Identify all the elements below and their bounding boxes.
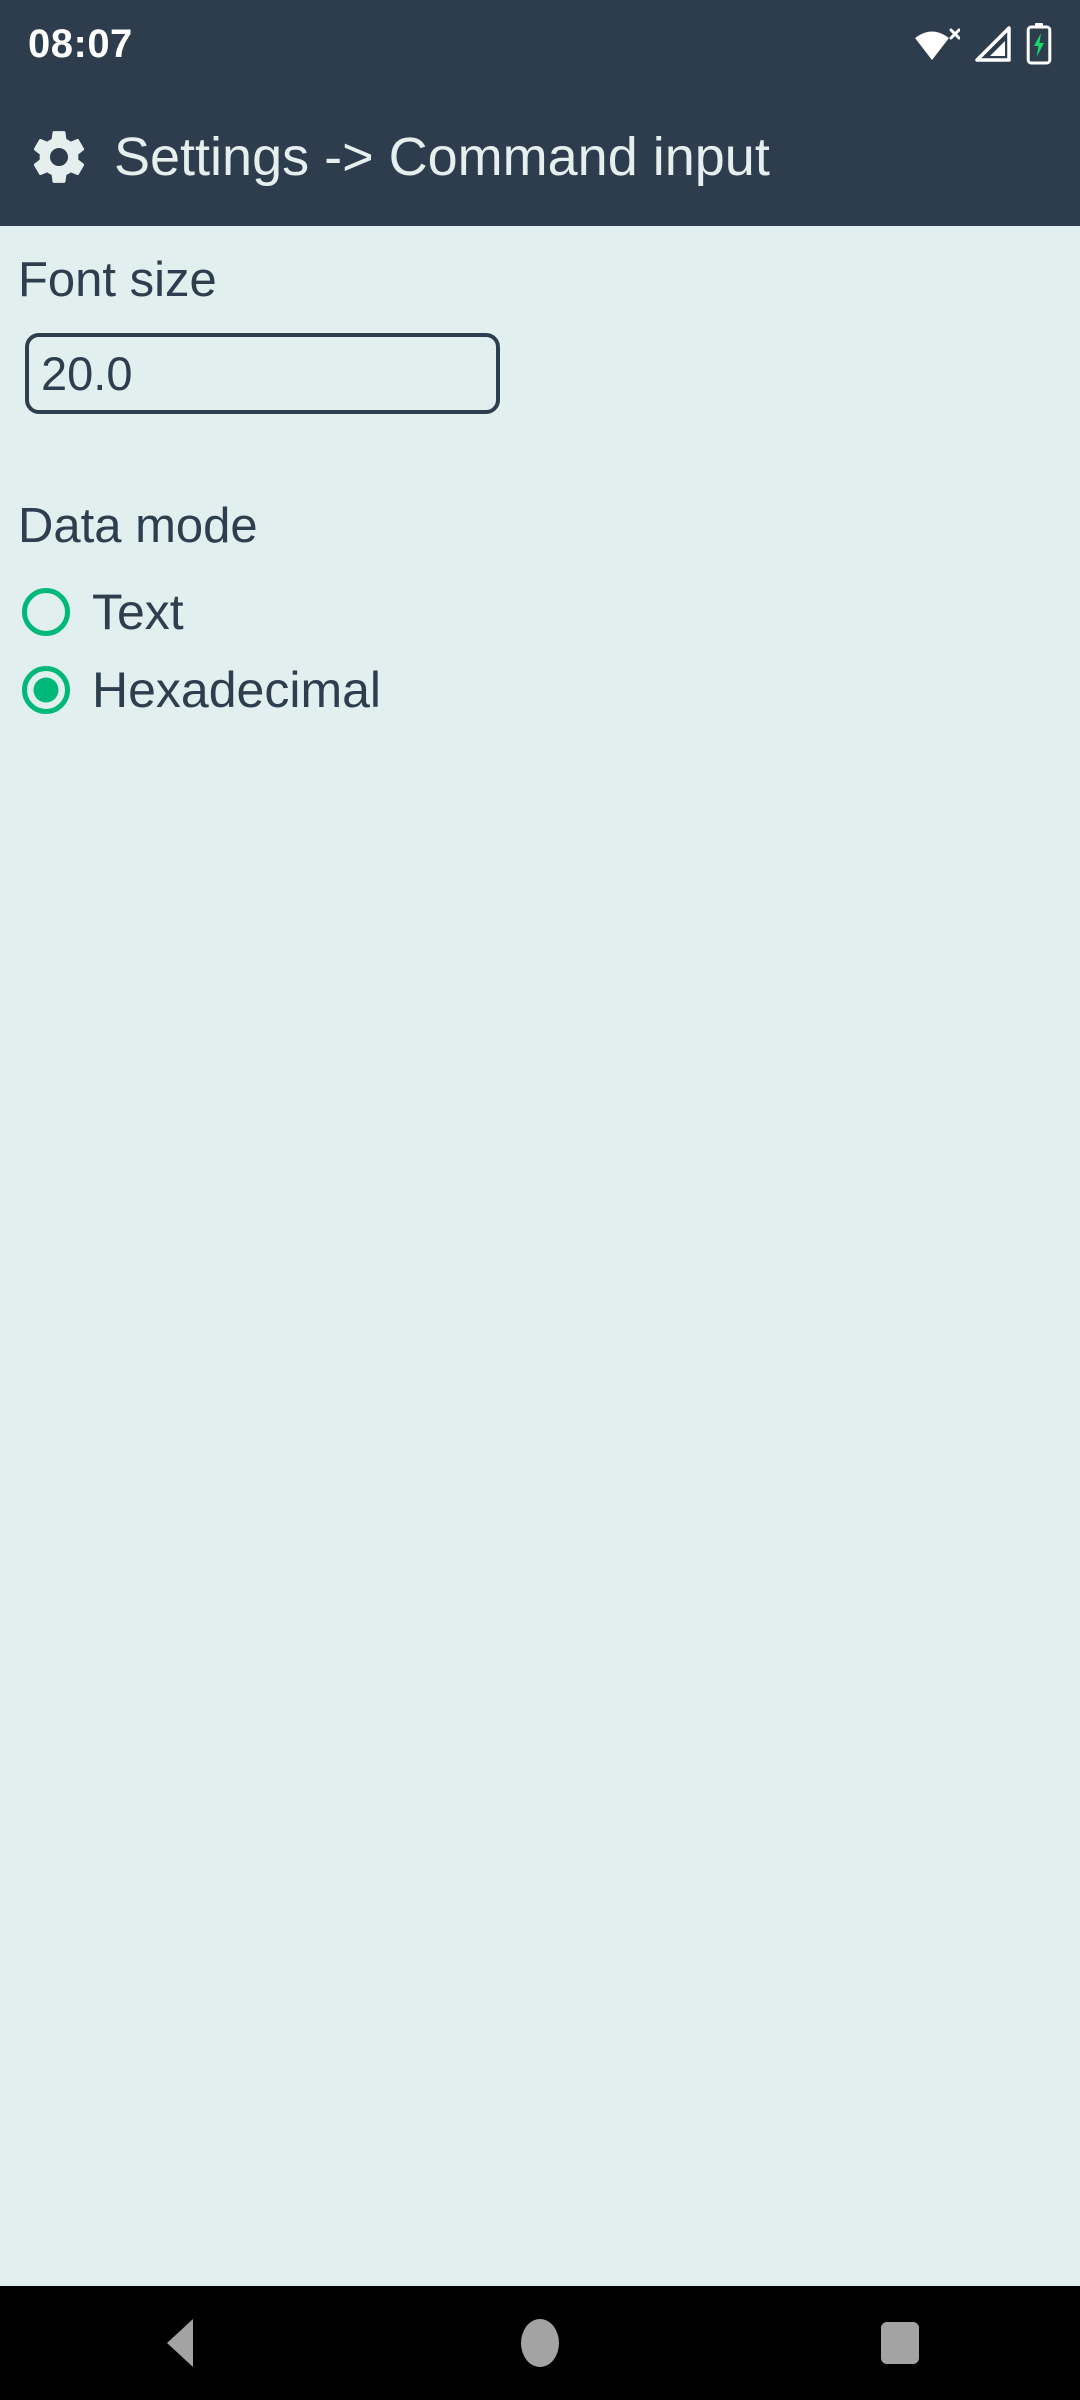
radio-option-text-label: Text [92,584,184,640]
cellular-signal-icon [974,25,1012,63]
home-circle-icon [521,2319,559,2367]
font-size-label: Font size [18,253,217,307]
back-triangle-icon [167,2319,193,2367]
wifi-no-internet-icon [914,24,960,64]
radio-unchecked-icon[interactable] [22,588,70,636]
battery-charging-icon [1026,23,1052,65]
home-button[interactable] [360,2286,720,2400]
recents-button[interactable] [720,2286,1080,2400]
status-bar-icons [914,23,1052,65]
back-button[interactable] [0,2286,360,2400]
radio-option-hexadecimal[interactable]: Hexadecimal [0,651,1080,729]
data-mode-label: Data mode [18,499,258,553]
radio-option-text[interactable]: Text [0,573,1080,651]
font-size-input[interactable] [25,333,500,414]
gear-icon [28,126,90,188]
recents-square-icon [881,2322,919,2364]
android-navigation-bar [0,2286,1080,2400]
status-bar: 08:07 [0,0,1080,88]
radio-option-hexadecimal-label: Hexadecimal [92,662,382,718]
radio-checked-icon[interactable] [22,666,70,714]
app-screen: 08:07 Settings -> Command input Font siz… [0,0,1080,2400]
app-bar: Settings -> Command input [0,88,1080,226]
page-title: Settings -> Command input [114,127,770,187]
settings-content: Font size Data mode Text Hexadecimal [0,226,1080,2286]
status-bar-clock: 08:07 [28,22,133,66]
data-mode-radio-group: Text Hexadecimal [0,573,1080,729]
